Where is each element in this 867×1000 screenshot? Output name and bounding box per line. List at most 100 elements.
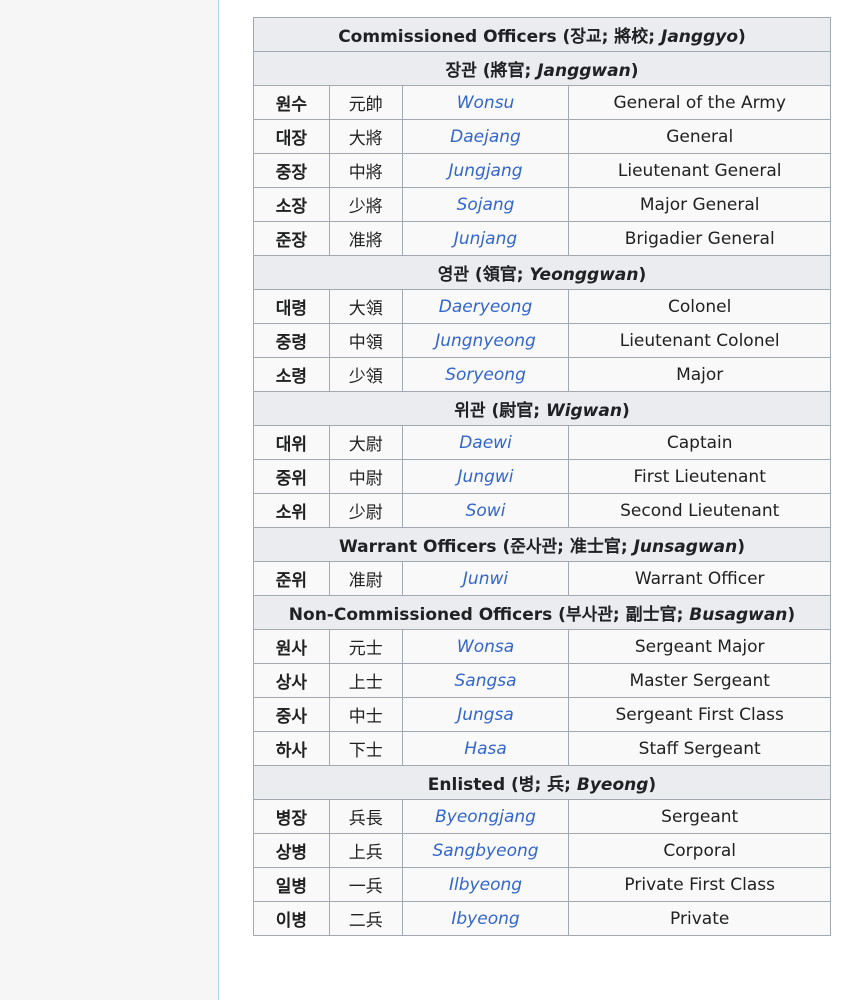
rank-hanja: 少尉	[328, 493, 403, 528]
section-title-close: )	[787, 605, 796, 625]
rank-romanization-cell: Byeongjang	[401, 799, 570, 834]
rank-romanization-link[interactable]: Sangbyeong	[432, 841, 538, 861]
rank-table-body: Commissioned Officers (장교; 將校; Janggyo) 장…	[253, 17, 831, 936]
rank-hangul: 대장	[253, 119, 330, 154]
section-title-close: )	[738, 27, 746, 47]
rank-romanization-cell: Sojang	[401, 187, 570, 222]
table-row: 일병 一兵 Ilbyeong Private First Class	[253, 867, 831, 902]
section-title: Enlisted (병; 兵;	[427, 775, 577, 795]
table-row: 원사 元士 Wonsa Sergeant Major	[253, 629, 831, 664]
rank-romanization-cell: Wonsu	[401, 85, 570, 120]
rank-hangul: 중사	[253, 697, 330, 732]
section-title: Commissioned Officers (장교; 將校;	[338, 27, 661, 47]
rank-hangul: 준위	[253, 561, 330, 596]
rank-hanja: 下士	[328, 731, 403, 766]
rank-english: Corporal	[568, 833, 831, 868]
rank-romanization-link[interactable]: Junwi	[463, 569, 508, 589]
table-row: 소령 少領 Soryeong Major	[253, 357, 831, 392]
rank-romanization-link[interactable]: Daeryeong	[439, 297, 532, 317]
rank-romanization-link[interactable]: Sojang	[457, 195, 515, 215]
left-sidebar	[0, 0, 219, 1000]
rank-romanization-link[interactable]: Soryeong	[445, 365, 526, 385]
rank-romanization-cell: Daejang	[401, 119, 570, 154]
rank-hangul: 소장	[253, 187, 330, 222]
rank-hanja: 兵長	[328, 799, 403, 834]
section-header-row: 위관 (尉官; Wigwan)	[253, 391, 831, 426]
rank-hangul: 이병	[253, 901, 330, 936]
rank-english: Sergeant	[568, 799, 831, 834]
rank-hanja: 大將	[328, 119, 403, 154]
rank-english: Sergeant First Class	[568, 697, 831, 732]
rank-hangul: 중장	[253, 153, 330, 188]
rank-table: Commissioned Officers (장교; 將校; Janggyo) 장…	[253, 17, 831, 936]
section-title-close: )	[630, 61, 639, 81]
rank-english: First Lieutenant	[568, 459, 831, 494]
table-row: 중장 中將 Jungjang Lieutenant General	[253, 153, 831, 188]
rank-hangul: 준장	[253, 221, 330, 256]
rank-romanization-link[interactable]: Junjang	[454, 229, 517, 249]
rank-english: General	[568, 119, 831, 154]
section-title-romanization: Busagwan	[689, 605, 788, 625]
section-title-close: )	[638, 265, 647, 285]
rank-hanja: 元士	[328, 629, 403, 664]
section-header: Commissioned Officers (장교; 將校; Janggyo)	[253, 17, 831, 52]
section-title-romanization: Yeonggwan	[529, 265, 639, 285]
rank-hangul: 상사	[253, 663, 330, 698]
rank-romanization-link[interactable]: Sangsa	[454, 671, 516, 691]
rank-hangul: 중위	[253, 459, 330, 494]
rank-romanization-cell: Ilbyeong	[401, 867, 570, 902]
table-row: 대장 大將 Daejang General	[253, 119, 831, 154]
rank-hanja: 中士	[328, 697, 403, 732]
rank-romanization-link[interactable]: Daejang	[450, 127, 521, 147]
rank-hanja: 二兵	[328, 901, 403, 936]
rank-romanization-link[interactable]: Jungwi	[458, 467, 514, 487]
rank-english: Major	[568, 357, 831, 392]
rank-english: Major General	[568, 187, 831, 222]
section-title-close: )	[737, 537, 745, 557]
rank-english: Brigadier General	[568, 221, 831, 256]
table-row: 대령 大領 Daeryeong Colonel	[253, 289, 831, 324]
section-title-close: )	[648, 775, 657, 795]
rank-romanization-cell: Daewi	[401, 425, 570, 460]
rank-hangul: 하사	[253, 731, 330, 766]
rank-romanization-cell: Soryeong	[401, 357, 570, 392]
rank-english: Second Lieutenant	[568, 493, 831, 528]
rank-romanization-link[interactable]: Sowi	[466, 501, 506, 521]
rank-hangul: 상병	[253, 833, 330, 868]
section-header-row: Warrant Officers (준사관; 准士官; Junsagwan)	[253, 527, 831, 562]
rank-hangul: 원수	[253, 85, 330, 120]
rank-hanja: 准將	[328, 221, 403, 256]
section-header-row: Commissioned Officers (장교; 將校; Janggyo)	[253, 17, 831, 52]
section-title: 영관 (領官;	[437, 265, 530, 285]
table-row: 상병 上兵 Sangbyeong Corporal	[253, 833, 831, 868]
section-title: 위관 (尉官;	[454, 401, 546, 421]
table-row: 준위 准尉 Junwi Warrant Officer	[253, 561, 831, 596]
section-header: 영관 (領官; Yeonggwan)	[253, 255, 831, 290]
rank-romanization-link[interactable]: Byeongjang	[435, 807, 536, 827]
section-header: 장관 (將官; Janggwan)	[253, 51, 831, 86]
rank-hangul: 원사	[253, 629, 330, 664]
rank-hanja: 上士	[328, 663, 403, 698]
section-header: Enlisted (병; 兵; Byeong)	[253, 765, 831, 800]
section-title: 장관 (將官;	[445, 61, 538, 81]
rank-romanization-link[interactable]: Jungjang	[448, 161, 522, 181]
rank-romanization-cell: Wonsa	[401, 629, 570, 664]
rank-english: Private First Class	[568, 867, 831, 902]
rank-hanja: 一兵	[328, 867, 403, 902]
rank-romanization-link[interactable]: Ibyeong	[451, 909, 519, 929]
section-header-row: 영관 (領官; Yeonggwan)	[253, 255, 831, 290]
rank-hanja: 少將	[328, 187, 403, 222]
rank-romanization-cell: Sangsa	[401, 663, 570, 698]
rank-hanja: 中將	[328, 153, 403, 188]
section-header: Warrant Officers (준사관; 准士官; Junsagwan)	[253, 527, 831, 562]
rank-romanization-link[interactable]: Hasa	[464, 739, 506, 759]
rank-english: Lieutenant Colonel	[568, 323, 831, 358]
table-row: 상사 上士 Sangsa Master Sergeant	[253, 663, 831, 698]
rank-hanja: 大尉	[328, 425, 403, 460]
rank-romanization-link[interactable]: Jungsa	[457, 705, 514, 725]
rank-romanization-link[interactable]: Jungnyeong	[435, 331, 536, 351]
rank-romanization-link[interactable]: Daewi	[459, 433, 512, 453]
rank-romanization-link[interactable]: Wonsa	[457, 637, 514, 657]
rank-romanization-link[interactable]: Wonsu	[457, 93, 515, 113]
rank-romanization-link[interactable]: Ilbyeong	[449, 875, 522, 895]
